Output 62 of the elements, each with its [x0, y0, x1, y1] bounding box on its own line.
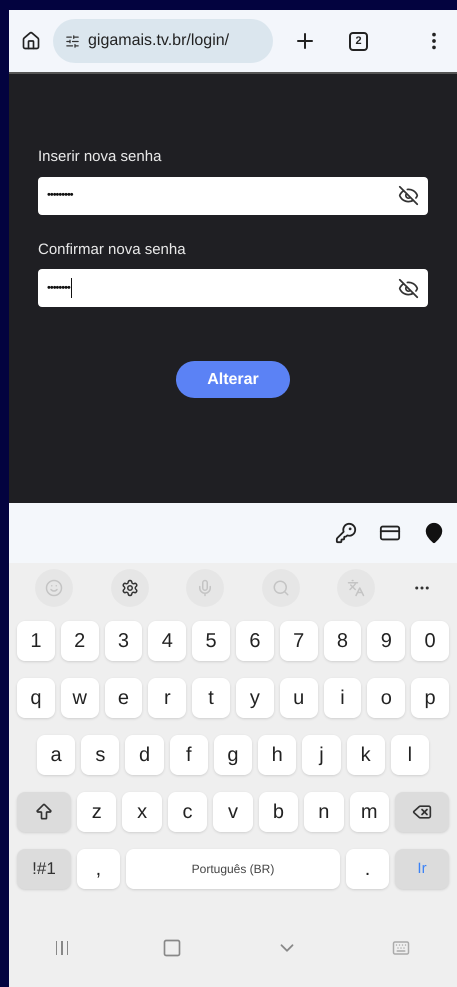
keyboard-key[interactable]: m	[350, 792, 389, 832]
keyboard-key[interactable]: n	[304, 792, 344, 832]
password-field[interactable]: •••••••••	[38, 176, 428, 214]
keyboard-key[interactable]: 3	[104, 621, 142, 661]
keyboard-key[interactable]: ,	[77, 849, 120, 889]
keyboard-key[interactable]: f	[170, 735, 208, 775]
keyboard-key[interactable]: a	[37, 735, 76, 775]
keyboard-key[interactable]: 8	[324, 621, 362, 661]
keyboard-key[interactable]: d	[125, 735, 164, 775]
keyboard-key[interactable]: 0	[411, 621, 449, 661]
keyboard-key[interactable]: b	[258, 792, 298, 832]
keyboard-key[interactable]: 7	[280, 621, 318, 661]
keyboard-key[interactable]: h	[258, 735, 296, 775]
key-icon[interactable]	[335, 522, 357, 544]
keyboard-key[interactable]: w	[60, 678, 99, 718]
keyboard-key[interactable]: 5	[192, 621, 230, 661]
submit-button[interactable]: Alterar	[176, 361, 290, 398]
address-bar[interactable]: gigamais.tv.br/login/	[53, 19, 273, 63]
tab-count-button[interactable]: 2	[349, 32, 368, 50]
field-label: Confirmar nova senha	[38, 240, 187, 260]
keyboard-key[interactable]: t	[192, 678, 230, 718]
keyboard-key[interactable]: o	[367, 678, 406, 718]
keyboard-key[interactable]: 1	[17, 621, 55, 661]
text-cursor	[70, 278, 72, 298]
shift-icon	[34, 802, 54, 822]
password-field[interactable]: ••••••••	[38, 269, 428, 307]
backspace-key[interactable]	[394, 792, 449, 832]
field-label: Inserir nova senha	[38, 147, 162, 167]
password-value: ••••••••	[47, 280, 70, 296]
keyboard-key[interactable]: i	[324, 678, 362, 718]
keyboard-key[interactable]: 4	[148, 621, 186, 661]
recent-apps-icon[interactable]	[56, 941, 68, 955]
keyboard-key[interactable]: x	[122, 792, 162, 832]
keyboard-key[interactable]: c	[168, 792, 208, 832]
keyboard-key[interactable]: k	[346, 735, 385, 775]
keyboard-key[interactable]: j	[302, 735, 341, 775]
keyboard-key[interactable]: l	[390, 735, 429, 775]
settings-icon[interactable]	[110, 569, 149, 607]
keyboard-key[interactable]: 6	[236, 621, 274, 661]
keyboard-key[interactable]: z	[77, 792, 116, 832]
keyboard-key[interactable]: 2	[60, 621, 99, 661]
url-text: gigamais.tv.br/login/	[88, 31, 230, 51]
keyboard-key[interactable]: v	[213, 792, 253, 832]
home-icon[interactable]	[21, 31, 41, 51]
keyboard-key[interactable]: u	[280, 678, 318, 718]
site-settings-icon[interactable]	[65, 34, 80, 48]
keyboard-key[interactable]: r	[148, 678, 186, 718]
keyboard-key[interactable]: e	[104, 678, 142, 718]
keyboard-key[interactable]: s	[81, 735, 120, 775]
password-value: •••••••••	[47, 188, 73, 204]
keyboard-key[interactable]: .	[346, 849, 389, 889]
keyboard-key[interactable]: g	[214, 735, 252, 775]
location-pin-icon[interactable]	[423, 522, 445, 544]
space-key[interactable]: Português (BR)	[126, 849, 340, 889]
keyboard-key[interactable]: y	[236, 678, 274, 718]
keyboard-key[interactable]: p	[411, 678, 449, 718]
symbols-key[interactable]: !#1	[17, 849, 71, 889]
keyboard-key[interactable]: q	[17, 678, 55, 718]
keyboard-key[interactable]: 9	[367, 621, 406, 661]
shift-key[interactable]	[17, 792, 71, 832]
eye-off-icon[interactable]	[398, 278, 419, 298]
eye-off-icon[interactable]	[398, 185, 419, 206]
